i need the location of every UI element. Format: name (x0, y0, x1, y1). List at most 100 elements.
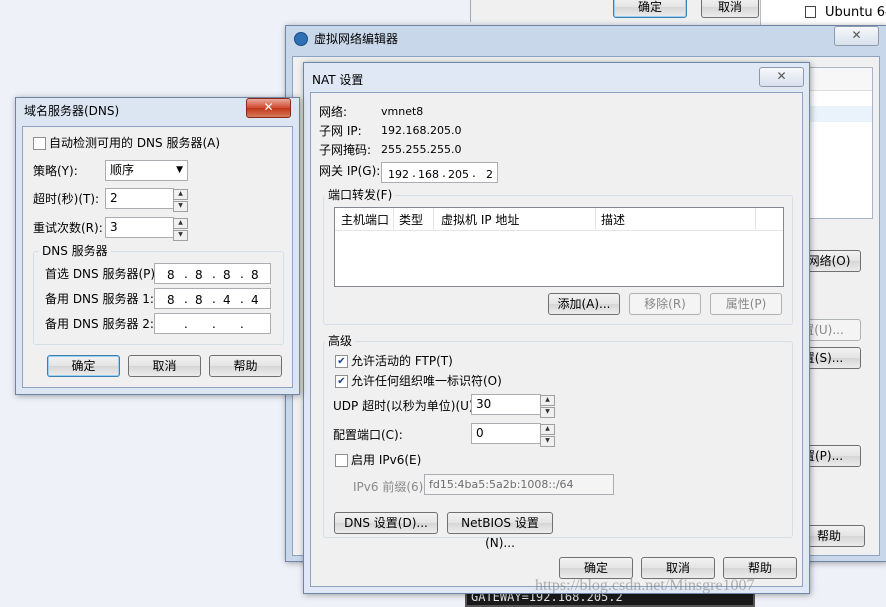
udp-timeout-field[interactable]: 30 (471, 394, 541, 415)
dns-close-button[interactable]: ✕ (246, 98, 291, 118)
bg-ok-button[interactable]: 确定 (613, 0, 687, 18)
preferred-octet-3: 8 (223, 268, 231, 282)
network-editor-icon (294, 32, 308, 46)
bg-cancel-button[interactable]: 取消 (701, 0, 759, 18)
gateway-dot-3: . (472, 166, 476, 180)
alt2-dot-1: . (184, 317, 188, 331)
nat-ok-button[interactable]: 确定 (559, 557, 633, 579)
network-label: 网络: (319, 105, 348, 119)
policy-label: 策略(Y): (33, 164, 78, 178)
udp-timeout-spinner[interactable]: ▲ ▼ (540, 394, 555, 418)
col-host-port[interactable]: 主机端口 (341, 212, 389, 228)
vne-title: 虚拟网络编辑器 (314, 32, 399, 46)
alt1-octet-1: 8 (167, 293, 175, 307)
ubuntu-tab[interactable]: Ubuntu 64 (760, 0, 886, 26)
col-type[interactable]: 类型 (399, 212, 423, 228)
subnet-ip-value: 192.168.205.0 (381, 124, 462, 137)
dns-help-button[interactable]: 帮助 (209, 355, 282, 377)
col-vm-ip[interactable]: 虚拟机 IP 地址 (441, 212, 519, 228)
gateway-dot-2: . (442, 166, 446, 180)
dns-title: 域名服务器(DNS) (24, 104, 120, 118)
port-forward-title: 端口转发(F) (325, 188, 396, 202)
retries-spinner[interactable]: ▲ ▼ (173, 217, 188, 241)
timeout-spinner[interactable]: ▲ ▼ (173, 188, 188, 212)
subnet-ip-label: 子网 IP: (319, 124, 362, 138)
preferred-dns-field[interactable]: 8 . 8 . 8 . 8 (154, 263, 271, 284)
ipv6-prefix-field[interactable]: fd15:4ba5:5a2b:1008::/64 (424, 474, 614, 495)
timeout-label: 超时(秒)(T): (33, 192, 100, 206)
alt1-dot-1: . (184, 292, 188, 306)
policy-value: 顺序 (110, 163, 135, 177)
alt1-dns-field[interactable]: 8 . 8 . 4 . 4 (154, 288, 271, 309)
allow-ftp-label[interactable]: 允许活动的 FTP(T) (351, 353, 453, 369)
watermark: https://blog.csdn.net/Minsgre1007 (535, 577, 755, 594)
chevron-down-icon: ▼ (176, 165, 183, 175)
alt1-dot-3: . (240, 292, 244, 306)
table-header: 主机端口 类型 虚拟机 IP 地址 描述 (335, 208, 783, 231)
auto-detect-label[interactable]: 自动检测可用的 DNS 服务器(A) (49, 135, 220, 151)
preferred-octet-2: 8 (195, 268, 203, 282)
enable-ipv6-label[interactable]: 启用 IPv6(E) (351, 452, 421, 468)
retries-label: 重试次数(R): (33, 221, 103, 235)
gateway-octet-4: 2 (486, 168, 493, 181)
nat-title: NAT 设置 (312, 73, 364, 87)
timeout-field[interactable]: 2 (105, 188, 174, 209)
alt2-dns-field[interactable]: . . . (154, 313, 271, 334)
alt1-octet-2: 8 (195, 293, 203, 307)
gateway-ip-field[interactable]: 192 . 168 . 205 . 2 (381, 162, 498, 183)
alt1-dns-label: 备用 DNS 服务器 1: (45, 292, 154, 306)
dns-servers-title: DNS 服务器 (39, 244, 111, 258)
alt1-octet-4: 4 (251, 293, 259, 307)
dns-settings-button[interactable]: DNS 设置(D)... (334, 512, 438, 534)
nat-cancel-button[interactable]: 取消 (641, 557, 715, 579)
alt2-dns-label: 备用 DNS 服务器 2: (45, 317, 154, 331)
alt1-octet-3: 4 (223, 293, 231, 307)
gateway-dot-1: . (412, 166, 416, 180)
nat-help-button[interactable]: 帮助 (723, 557, 797, 579)
alt2-dot-3: . (240, 317, 244, 331)
subnet-mask-label: 子网掩码: (319, 143, 372, 157)
properties-button[interactable]: 属性(P) (710, 293, 782, 315)
preferred-dot-3: . (240, 267, 244, 281)
auto-detect-checkbox[interactable] (33, 137, 46, 150)
dns-client: 自动检测可用的 DNS 服务器(A) 策略(Y): 顺序 ▼ 超时(秒)(T):… (22, 126, 293, 388)
advanced-title: 高级 (325, 334, 356, 348)
ubuntu-tab-icon (805, 6, 816, 18)
udp-timeout-label: UDP 超时(以秒为单位)(U): (333, 399, 478, 413)
alt2-dot-2: . (212, 317, 216, 331)
config-port-field[interactable]: 0 (471, 423, 541, 444)
nat-client: 网络: vmnet8 子网 IP: 192.168.205.0 子网掩码: 25… (310, 92, 803, 587)
retries-field[interactable]: 3 (105, 217, 174, 238)
allow-ftp-checkbox[interactable]: ✔ (335, 355, 348, 368)
allow-oui-label[interactable]: 允许任何组织唯一标识符(O) (351, 373, 502, 389)
enable-ipv6-checkbox[interactable] (335, 454, 348, 467)
gateway-octet-3: 205 (448, 168, 469, 181)
remove-button[interactable]: 移除(R) (629, 293, 701, 315)
allow-oui-checkbox[interactable]: ✔ (335, 375, 348, 388)
dns-ok-button[interactable]: 确定 (47, 355, 120, 377)
policy-select[interactable]: 顺序 ▼ (105, 160, 188, 181)
subnet-mask-value: 255.255.255.0 (381, 143, 462, 156)
gateway-octet-2: 168 (418, 168, 439, 181)
nat-settings-dialog: NAT 设置 ✕ 网络: vmnet8 子网 IP: 192.168.205.0… (303, 62, 810, 594)
preferred-octet-4: 8 (251, 268, 259, 282)
port-forward-table[interactable]: 主机端口 类型 虚拟机 IP 地址 描述 (334, 207, 784, 287)
dns-dialog: 域名服务器(DNS) ✕ 自动检测可用的 DNS 服务器(A) 策略(Y): 顺… (15, 97, 300, 395)
nat-close-button[interactable]: ✕ (759, 67, 804, 87)
gateway-octet-1: 192 (388, 168, 409, 181)
netbios-settings-button[interactable]: NetBIOS 设置(N)... (447, 512, 553, 550)
col-description[interactable]: 描述 (601, 212, 625, 228)
config-port-label: 配置端口(C): (333, 428, 403, 442)
preferred-octet-1: 8 (167, 268, 175, 282)
preferred-dot-1: . (184, 267, 188, 281)
network-value: vmnet8 (381, 105, 424, 118)
background-window: 确定 取消 (470, 0, 761, 22)
dns-cancel-button[interactable]: 取消 (128, 355, 201, 377)
ipv6-prefix-label: IPv6 前缀(6): (353, 480, 428, 494)
ubuntu-tab-label: Ubuntu 64 (825, 5, 886, 20)
vne-close-button[interactable]: ✕ (834, 26, 879, 46)
gateway-label: 网关 IP(G): (319, 164, 381, 178)
preferred-dns-label: 首选 DNS 服务器(P): (45, 267, 160, 281)
add-button[interactable]: 添加(A)... (548, 293, 620, 315)
config-port-spinner[interactable]: ▲ ▼ (540, 423, 555, 447)
